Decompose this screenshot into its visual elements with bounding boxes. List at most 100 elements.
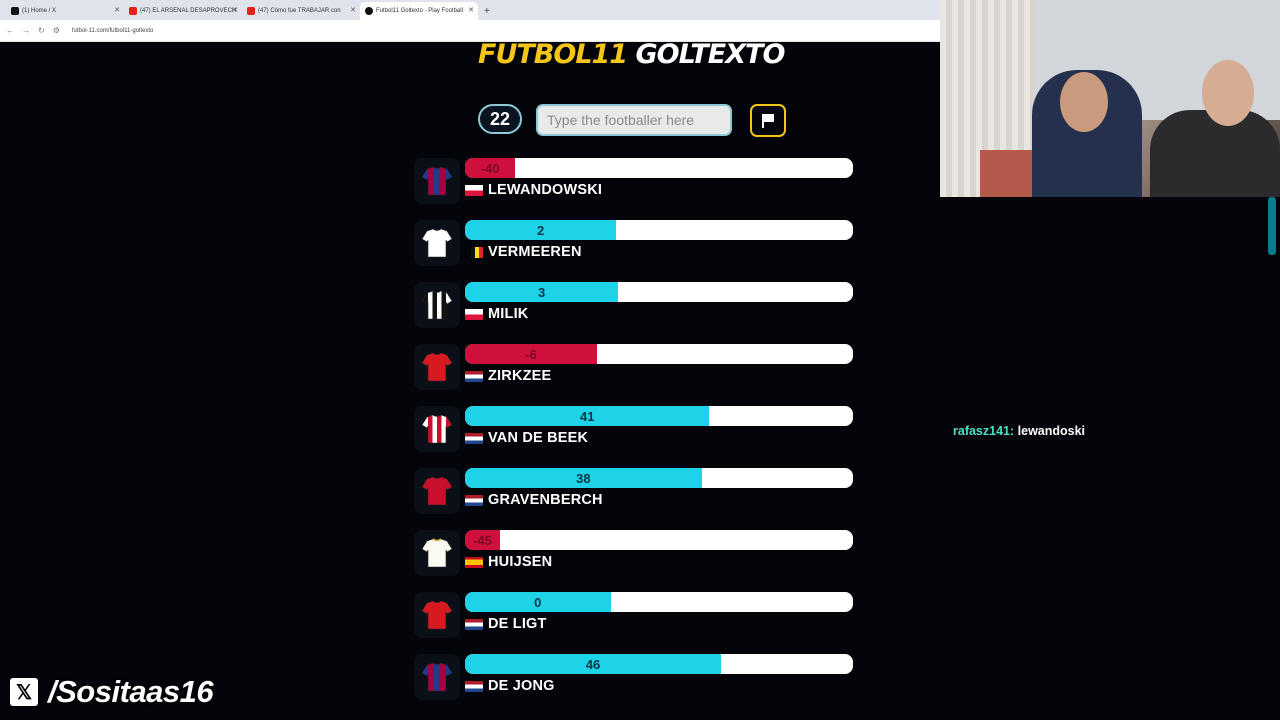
x-favicon-icon <box>11 7 19 15</box>
game-page: FUTBOL11 GOLTEXTO 22 -40 LEWANDOWSKI 2 VERM… <box>0 39 940 720</box>
country-flag-icon <box>465 308 483 320</box>
jersey-icon <box>414 282 460 328</box>
player-name-row: LEWANDOWSKI <box>465 182 602 198</box>
give-up-button[interactable] <box>750 104 786 137</box>
logo-part1: FUTBOL11 <box>478 39 628 70</box>
distance-value: 2 <box>537 222 545 238</box>
jersey-icon <box>414 468 460 514</box>
chat-scrollbar[interactable] <box>1268 197 1276 255</box>
player-name-row: ZIRKZEE <box>465 368 551 384</box>
tab-title: (47) EL ARSENAL DESAPROVECH <box>140 8 237 14</box>
player-name-row: GRAVENBERCH <box>465 492 603 508</box>
jersey-icon <box>414 654 460 700</box>
jersey-icon <box>414 344 460 390</box>
guess-row: 38 GRAVENBERCH <box>414 468 854 518</box>
jersey-icon <box>414 158 460 204</box>
player-name: DE JONG <box>488 678 555 694</box>
site-favicon-icon <box>365 7 373 15</box>
player-name: MILIK <box>488 306 529 322</box>
jersey-icon <box>414 530 460 576</box>
close-icon[interactable]: ✕ <box>114 6 120 14</box>
country-flag-icon <box>465 370 483 382</box>
player-name: ZIRKZEE <box>488 368 552 384</box>
close-icon[interactable]: ✕ <box>350 6 356 14</box>
chat-message: rafasz141: lewandoski <box>953 424 1085 438</box>
distance-value: 41 <box>579 408 595 424</box>
distance-bar: 2 <box>465 220 853 240</box>
guess-counter: 22 <box>478 104 522 134</box>
guess-row: 46 DE JONG <box>414 654 854 704</box>
guess-row: 0 DE LIGT <box>414 592 854 642</box>
country-flag-icon <box>465 184 483 196</box>
player-name-row: VAN DE BEEK <box>465 430 588 446</box>
country-flag-icon <box>465 680 483 692</box>
player-name: GRAVENBERCH <box>488 492 603 508</box>
guess-row: 3 MILIK <box>414 282 854 332</box>
chat-text: lewandoski <box>1017 424 1086 438</box>
distance-bar: 41 <box>465 406 853 426</box>
url-field[interactable]: futbol-11.com/futbol11-goltexto <box>72 28 154 34</box>
player-name: LEWANDOWSKI <box>488 182 603 198</box>
browser-tab[interactable]: (47) Cómo fue TRABAJAR con ✕ <box>242 2 360 20</box>
player-name: DE LIGT <box>488 616 547 632</box>
distance-bar: 0 <box>465 592 853 612</box>
distance-value: -40 <box>480 160 500 176</box>
flag-icon <box>762 113 774 128</box>
distance-value: -45 <box>473 532 492 548</box>
footballer-search-input[interactable] <box>536 104 732 136</box>
logo-part2: GOLTEXTO <box>635 39 786 70</box>
browser-tab-active[interactable]: Futbol11 Goltexto - Play Football ✕ <box>360 2 478 20</box>
chat-username: rafasz141: <box>953 424 1015 438</box>
player-name: VAN DE BEEK <box>488 430 589 446</box>
distance-value: 3 <box>538 284 546 300</box>
close-icon[interactable]: ✕ <box>468 6 474 14</box>
webcam-overlay <box>940 0 1280 197</box>
distance-bar: 46 <box>465 654 853 674</box>
tab-title: (1) Home / X <box>22 8 57 14</box>
guess-row: 41 VAN DE BEEK <box>414 406 854 456</box>
forward-icon[interactable]: → <box>22 26 30 35</box>
jersey-icon <box>414 592 460 638</box>
jersey-icon <box>414 406 460 452</box>
distance-bar: -45 <box>465 530 853 550</box>
distance-bar: -6 <box>465 344 853 364</box>
distance-value: -6 <box>525 346 537 362</box>
site-info-icon[interactable]: ⚙ <box>53 26 60 35</box>
distance-value: 46 <box>585 656 601 672</box>
distance-value: 0 <box>534 594 542 610</box>
browser-tab[interactable]: (1) Home / X ✕ <box>6 2 124 20</box>
country-flag-icon <box>465 432 483 444</box>
distance-bar: 3 <box>465 282 853 302</box>
country-flag-icon <box>465 494 483 506</box>
back-icon[interactable]: ← <box>6 26 14 35</box>
social-handle: /Sositaas16 <box>48 674 214 709</box>
player-name-row: DE JONG <box>465 678 555 694</box>
guess-row: -40 LEWANDOWSKI <box>414 158 854 208</box>
x-logo-icon: 𝕏 <box>10 678 38 706</box>
browser-tab-bar: (1) Home / X ✕ (47) EL ARSENAL DESAPROVE… <box>0 0 940 20</box>
distance-value: 38 <box>576 470 591 486</box>
guess-row: -6 ZIRKZEE <box>414 344 854 394</box>
country-flag-icon <box>465 618 483 630</box>
player-name-row: HUIJSEN <box>465 554 552 570</box>
game-logo: FUTBOL11 GOLTEXTO <box>478 39 786 70</box>
address-bar: ← → ↻ ⚙ futbol-11.com/futbol11-goltexto <box>0 20 940 42</box>
player-name-row: VERMEEREN <box>465 244 582 260</box>
close-icon[interactable]: ✕ <box>232 6 238 14</box>
jersey-icon <box>414 220 460 266</box>
player-name: VERMEEREN <box>488 244 582 260</box>
youtube-favicon-icon <box>129 7 137 15</box>
distance-bar: -40 <box>465 158 853 178</box>
browser-tab[interactable]: (47) EL ARSENAL DESAPROVECH ✕ <box>124 2 242 20</box>
guess-row: -45 HUIJSEN <box>414 530 854 580</box>
reload-icon[interactable]: ↻ <box>38 26 45 35</box>
country-flag-icon <box>465 556 483 568</box>
chat-panel <box>940 197 1280 720</box>
social-overlay: 𝕏 /Sositaas16 <box>10 674 214 710</box>
player-name-row: DE LIGT <box>465 616 547 632</box>
country-flag-icon <box>471 246 483 258</box>
youtube-favicon-icon <box>247 7 255 15</box>
new-tab-icon[interactable]: + <box>484 2 490 20</box>
player-name: HUIJSEN <box>488 554 553 570</box>
tab-title: Futbol11 Goltexto - Play Football <box>376 8 463 14</box>
